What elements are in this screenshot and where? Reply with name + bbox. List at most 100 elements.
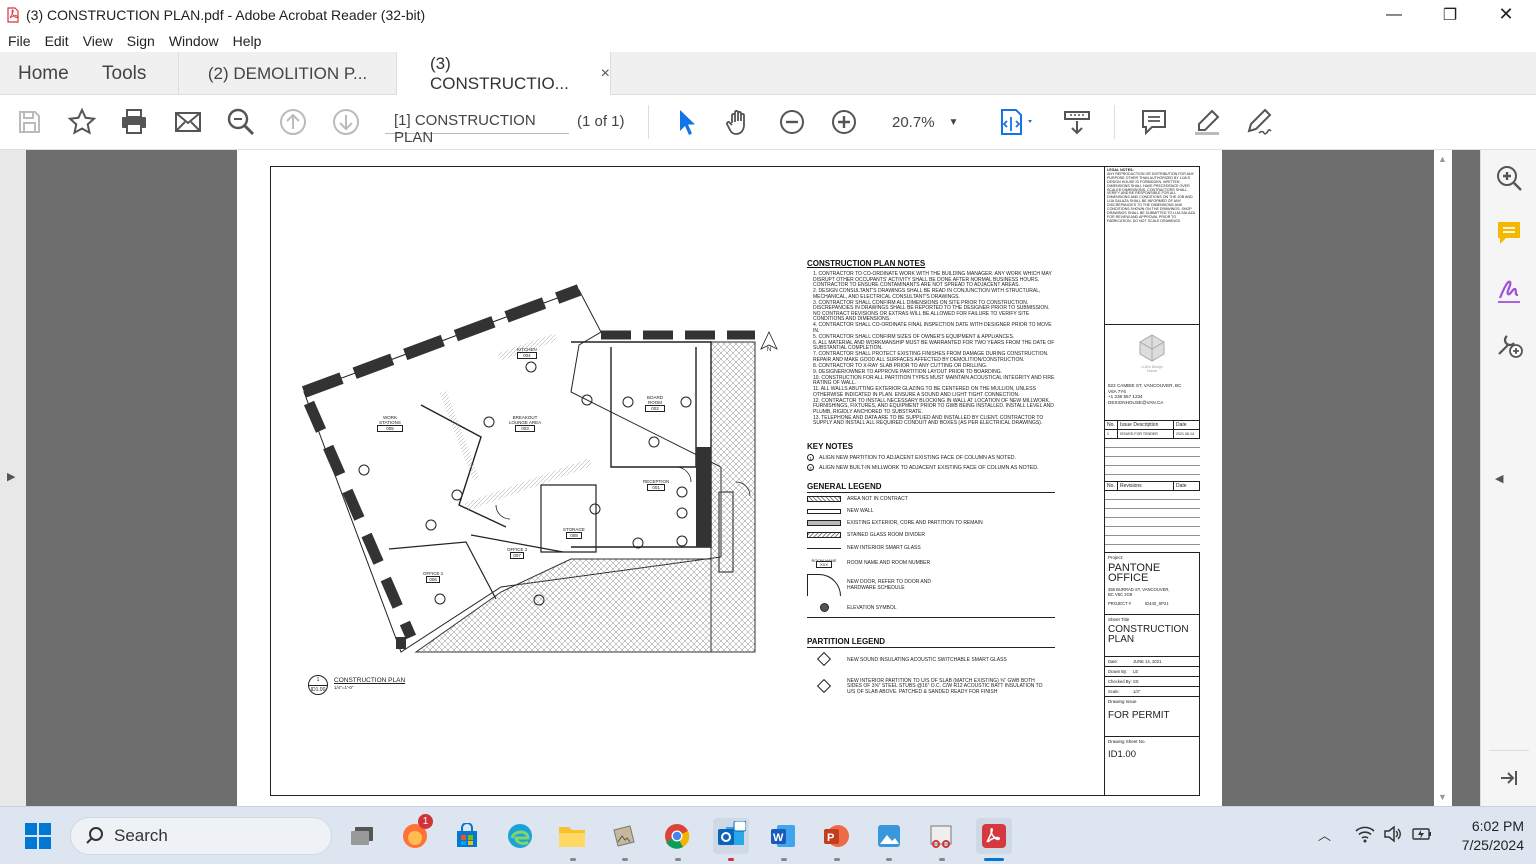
legend-row: EXISTING EXTERIOR, CORE AND PARTITION TO… xyxy=(807,517,1055,529)
partition-legend-heading: PARTITION LEGEND xyxy=(807,637,1055,648)
note-item: 10. CONSTRUCTION FOR ALL PARTITION TYPES… xyxy=(813,374,1055,386)
menu-file[interactable]: File xyxy=(8,33,31,49)
fit-page-icon[interactable] xyxy=(994,103,1038,141)
pdf-file-icon xyxy=(6,6,20,23)
running-indicator xyxy=(939,858,945,861)
running-indicator xyxy=(675,858,681,861)
tab-document-demolition[interactable]: (2) DEMOLITION P... xyxy=(178,52,396,95)
tab-close-icon[interactable]: × xyxy=(601,65,610,83)
save-icon[interactable] xyxy=(11,103,47,141)
zoom-value: 20.7% xyxy=(892,113,935,131)
search-placeholder: Search xyxy=(114,826,168,845)
project-block: Project: PANTONE OFFICE 355 BURRAD ST, VA… xyxy=(1105,553,1200,615)
powerpoint-icon[interactable]: P xyxy=(818,818,854,854)
tab-document-construction[interactable]: (3) CONSTRUCTIO... × xyxy=(396,52,611,95)
word-icon[interactable]: W xyxy=(765,818,801,854)
sheet-number-block: Drawing Sheet No. ID1.00 xyxy=(1108,739,1146,760)
sign-icon[interactable] xyxy=(1241,103,1277,141)
collapse-pane-icon[interactable]: ◀ xyxy=(1495,472,1503,485)
highlight-icon[interactable] xyxy=(1189,103,1225,141)
drawing-issue-block: Drawing Issue FOR PERMIT xyxy=(1105,697,1200,737)
mail-icon[interactable] xyxy=(170,103,206,141)
comment-panel-icon[interactable] xyxy=(1493,217,1525,249)
firefox-icon[interactable]: 1 xyxy=(397,814,433,854)
running-indicator xyxy=(622,858,628,861)
fill-sign-icon[interactable] xyxy=(1493,274,1525,306)
tab-label: (2) DEMOLITION P... xyxy=(207,63,368,83)
construction-plan-notes: CONSTRUCTION PLAN NOTES 1. CONTRACTOR TO… xyxy=(807,259,1055,427)
clock[interactable]: 6:02 PM 7/25/2024 xyxy=(1444,817,1524,855)
zoom-dropdown[interactable]: 20.7% ▼ xyxy=(878,107,970,137)
print-icon[interactable] xyxy=(116,103,152,141)
menu-view[interactable]: View xyxy=(83,33,113,49)
wifi-icon[interactable] xyxy=(1355,825,1375,848)
more-tools-icon[interactable] xyxy=(1493,328,1525,360)
tray-overflow-chevron-icon[interactable]: ︿ xyxy=(1318,825,1331,844)
page-count: (1 of 1) xyxy=(577,113,625,130)
pane-divider xyxy=(1489,750,1529,751)
acrobat-icon[interactable] xyxy=(976,818,1012,854)
volume-icon[interactable] xyxy=(1383,825,1403,848)
toolbar-separator xyxy=(648,105,649,139)
hide-pane-icon[interactable] xyxy=(1493,762,1525,794)
toolbar: [1] CONSTRUCTION PLAN (1 of 1) 20.7% ▼ xyxy=(0,95,1536,150)
file-explorer-icon[interactable] xyxy=(554,818,590,854)
photos-app-icon[interactable] xyxy=(606,818,642,854)
image-viewer-icon[interactable] xyxy=(871,818,907,854)
page-up-icon[interactable] xyxy=(275,103,311,141)
menu-bar: File Edit View Sign Window Help xyxy=(0,29,1536,52)
partition-legend: PARTITION LEGEND NEW SOUND INSULATING AC… xyxy=(807,637,1055,702)
room-tag-board-room: BOARD ROOM 002 xyxy=(645,395,665,412)
zoom-out-icon[interactable] xyxy=(774,103,810,141)
window-title: (3) CONSTRUCTION PLAN.pdf - Adobe Acroba… xyxy=(26,6,426,23)
key-notes: KEY NOTES 1 ALIGN NEW PARTITION TO ADJACE… xyxy=(807,442,1055,471)
reading-mode-icon[interactable] xyxy=(1059,103,1095,141)
tab-home[interactable]: Home xyxy=(18,52,69,95)
room-tag-work-stations: WORK STATIONS 005 xyxy=(377,415,403,432)
menu-help[interactable]: Help xyxy=(233,33,262,49)
star-icon[interactable] xyxy=(64,103,100,141)
notes-heading: CONSTRUCTION PLAN NOTES xyxy=(807,259,926,268)
search-zoom-icon[interactable] xyxy=(223,103,259,141)
expand-left-icon[interactable]: ▶ xyxy=(7,470,15,483)
battery-icon[interactable] xyxy=(1411,825,1433,848)
note-item: 3. CONTRACTOR SHALL CONFIRM ALL DIMENSIO… xyxy=(813,299,1050,322)
svg-text:P: P xyxy=(827,832,834,844)
active-indicator xyxy=(984,858,1004,861)
chevron-down-icon: ▼ xyxy=(948,116,959,128)
chrome-icon[interactable] xyxy=(659,818,695,854)
page-label-field[interactable]: [1] CONSTRUCTION PLAN xyxy=(385,112,569,146)
scroll-up-icon[interactable]: ▲ xyxy=(1438,154,1447,164)
outlook-icon[interactable] xyxy=(713,818,749,854)
hand-icon[interactable] xyxy=(721,103,757,141)
comment-icon[interactable] xyxy=(1136,103,1172,141)
room-tag-storage: STORAGE 008 xyxy=(563,527,585,539)
menu-sign[interactable]: Sign xyxy=(127,33,155,49)
scroll-down-icon[interactable]: ▼ xyxy=(1438,792,1447,802)
running-indicator xyxy=(886,858,892,861)
maximize-button[interactable]: ❐ xyxy=(1422,0,1478,29)
page-down-icon[interactable] xyxy=(328,103,364,141)
left-nav-pane[interactable]: ▶ xyxy=(0,150,26,806)
tab-tools[interactable]: Tools xyxy=(102,52,146,95)
windows-start-icon[interactable] xyxy=(20,818,56,854)
menu-window[interactable]: Window xyxy=(169,33,219,49)
store-icon[interactable] xyxy=(449,818,485,854)
legend-row: AREA NOT IN CONTRACT xyxy=(807,493,1055,505)
zoom-panel-icon[interactable] xyxy=(1493,162,1525,194)
snipping-tool-icon[interactable] xyxy=(923,818,959,854)
note-item: 12. CONTRACTOR TO INSTALL NECESSARY BLOC… xyxy=(813,397,1054,415)
task-view-icon[interactable] xyxy=(344,818,380,854)
running-indicator xyxy=(728,858,734,861)
issue-table-row: 1 ISSUED FOR TENDER 2021.06.14 xyxy=(1105,430,1200,439)
vertical-scrollbar[interactable]: ▲ ▼ xyxy=(1434,150,1452,806)
edge-icon[interactable] xyxy=(502,818,538,854)
zoom-in-icon[interactable] xyxy=(826,103,862,141)
menu-edit[interactable]: Edit xyxy=(45,33,69,49)
minimize-button[interactable]: — xyxy=(1366,0,1422,29)
notes-list: 1. CONTRACTOR TO CO-ORDINATE WORK WITH T… xyxy=(807,271,1055,427)
taskbar-search-box[interactable]: Search xyxy=(70,817,332,855)
select-arrow-icon[interactable] xyxy=(668,103,704,141)
running-indicator xyxy=(834,858,840,861)
close-button[interactable]: ✕ xyxy=(1478,0,1534,29)
